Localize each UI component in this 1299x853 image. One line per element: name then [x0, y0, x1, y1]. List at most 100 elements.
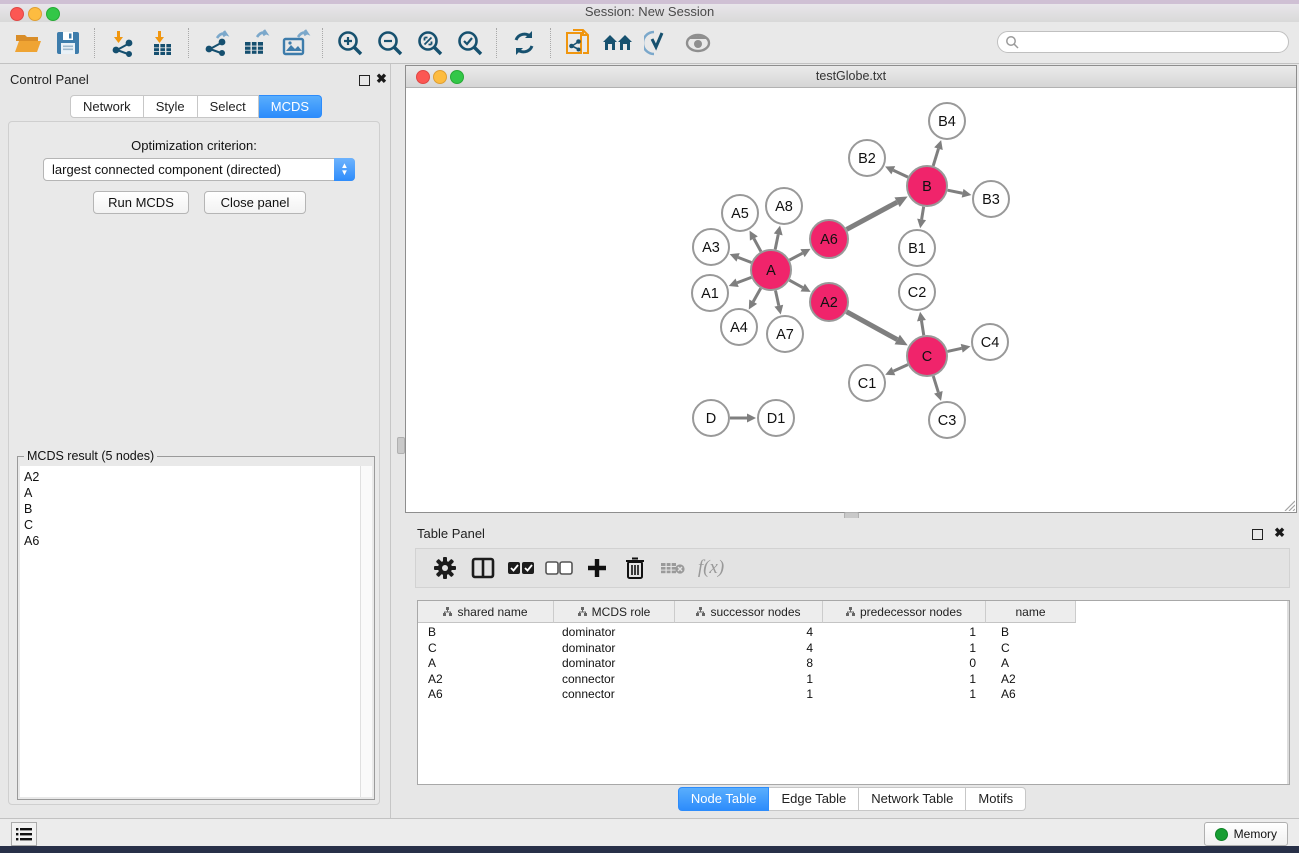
bird-eye-view-button[interactable] — [678, 25, 718, 61]
split-columns-button[interactable] — [464, 552, 502, 584]
show-graphics-details-button[interactable] — [638, 25, 678, 61]
first-neighbors-button[interactable] — [598, 25, 638, 61]
graph-edge[interactable] — [847, 202, 898, 229]
table-cell[interactable]: 4 — [675, 641, 823, 657]
tab-edge-table[interactable]: Edge Table — [769, 787, 859, 811]
zoom-fit-button[interactable] — [410, 25, 450, 61]
select-all-columns-button[interactable] — [502, 552, 540, 584]
function-builder-button[interactable]: f(x) — [692, 552, 730, 584]
memory-button[interactable]: Memory — [1204, 822, 1288, 846]
import-network-button[interactable] — [102, 25, 142, 61]
export-network-button[interactable] — [196, 25, 236, 61]
table-float-panel-icon[interactable] — [1252, 529, 1263, 540]
table-row[interactable]: Cdominator41C — [418, 641, 1289, 657]
table-cell[interactable]: A6 — [418, 687, 554, 703]
export-table-button[interactable] — [236, 25, 276, 61]
graph-edge[interactable] — [775, 234, 778, 249]
graph-edge[interactable] — [933, 376, 938, 392]
table-cell[interactable]: A — [986, 656, 1076, 672]
table-cell[interactable]: C — [418, 641, 554, 657]
graph-edge[interactable] — [775, 291, 778, 306]
task-history-button[interactable] — [11, 822, 37, 846]
table-cell[interactable]: B — [418, 625, 554, 641]
table-cell[interactable]: 0 — [823, 656, 986, 672]
table-row[interactable]: Adominator80A — [418, 656, 1289, 672]
zoom-selected-button[interactable] — [450, 25, 490, 61]
tab-network[interactable]: Network — [70, 95, 144, 118]
table-cell[interactable]: dominator — [554, 641, 675, 657]
graph-edge[interactable] — [947, 348, 961, 351]
tab-network-table[interactable]: Network Table — [859, 787, 966, 811]
apply-layout-button[interactable] — [504, 25, 544, 61]
table-cell[interactable]: 1 — [675, 687, 823, 703]
table-cell[interactable]: C — [986, 641, 1076, 657]
graph-edge[interactable] — [933, 149, 938, 166]
table-cell[interactable]: 1 — [823, 625, 986, 641]
import-table-button[interactable] — [142, 25, 182, 61]
result-item[interactable]: A6 — [20, 533, 360, 549]
column-header-shared-name[interactable]: shared name — [418, 601, 554, 623]
table-settings-button[interactable] — [426, 552, 464, 584]
table-cell[interactable]: connector — [554, 672, 675, 688]
result-item[interactable]: B — [20, 501, 360, 517]
table-cell[interactable]: 1 — [823, 687, 986, 703]
table-cell[interactable]: 1 — [823, 672, 986, 688]
table-cell[interactable]: A — [418, 656, 554, 672]
table-cell[interactable]: 4 — [675, 625, 823, 641]
unselect-all-columns-button[interactable] — [540, 552, 578, 584]
graph-edge[interactable] — [948, 190, 963, 193]
run-mcds-button[interactable]: Run MCDS — [93, 191, 189, 214]
column-header-MCDS-role[interactable]: MCDS role — [554, 601, 675, 623]
optimization-criterion-select[interactable]: largest connected component (directed) ▲… — [43, 158, 355, 181]
table-row[interactable]: A6connector11A6 — [418, 687, 1289, 703]
table-cell[interactable]: dominator — [554, 625, 675, 641]
new-network-from-selection-button[interactable] — [558, 25, 598, 61]
delete-table-button[interactable] — [654, 552, 692, 584]
graph-edge[interactable] — [789, 280, 802, 287]
table-cell[interactable]: 1 — [823, 641, 986, 657]
table-cell[interactable]: A6 — [986, 687, 1076, 703]
float-panel-icon[interactable] — [359, 75, 370, 86]
graph-edge[interactable] — [922, 207, 924, 220]
result-item[interactable]: C — [20, 517, 360, 533]
result-item[interactable]: A2 — [20, 469, 360, 485]
table-cell[interactable]: 1 — [675, 672, 823, 688]
table-row[interactable]: Bdominator41B — [418, 625, 1289, 641]
network-canvas[interactable]: AA1A3A5A8A6A4A7A2BB2B4B3B1C2CC4C1C3DD1 — [406, 88, 1296, 512]
graph-edge[interactable] — [893, 365, 907, 371]
table-cell[interactable]: connector — [554, 687, 675, 703]
graph-edge[interactable] — [790, 253, 803, 260]
tab-style[interactable]: Style — [144, 95, 198, 118]
table-cell[interactable]: dominator — [554, 656, 675, 672]
table-cell[interactable]: A2 — [986, 672, 1076, 688]
graph-edge[interactable] — [737, 277, 751, 282]
mcds-result-list[interactable]: A2ABCA6 — [20, 466, 361, 797]
graph-edge[interactable] — [847, 312, 898, 340]
column-header-successor-nodes[interactable]: successor nodes — [675, 601, 823, 623]
vertical-splitter-handle[interactable] — [397, 437, 405, 454]
graph-edge[interactable] — [754, 238, 761, 251]
open-session-button[interactable] — [8, 25, 48, 61]
table-scrollbar[interactable] — [1287, 601, 1289, 784]
zoom-out-button[interactable] — [370, 25, 410, 61]
zoom-in-button[interactable] — [330, 25, 370, 61]
delete-columns-button[interactable] — [616, 552, 654, 584]
search-input[interactable] — [1019, 34, 1273, 50]
graph-edge[interactable] — [753, 288, 761, 301]
table-cell[interactable]: A2 — [418, 672, 554, 688]
tab-mcds[interactable]: MCDS — [259, 95, 322, 118]
result-item[interactable]: A — [20, 485, 360, 501]
tab-motifs[interactable]: Motifs — [966, 787, 1026, 811]
column-header-name[interactable]: name — [986, 601, 1076, 623]
table-cell[interactable]: B — [986, 625, 1076, 641]
table-cell[interactable]: 8 — [675, 656, 823, 672]
close-panel-button[interactable]: Close panel — [204, 191, 306, 214]
search-field[interactable] — [997, 31, 1289, 53]
graph-edge[interactable] — [738, 257, 751, 262]
export-image-button[interactable] — [276, 25, 316, 61]
graph-edge[interactable] — [893, 170, 908, 177]
window-resize-grip[interactable] — [1282, 498, 1295, 511]
save-session-button[interactable] — [48, 25, 88, 61]
tab-select[interactable]: Select — [198, 95, 259, 118]
column-header-predecessor-nodes[interactable]: predecessor nodes — [823, 601, 986, 623]
